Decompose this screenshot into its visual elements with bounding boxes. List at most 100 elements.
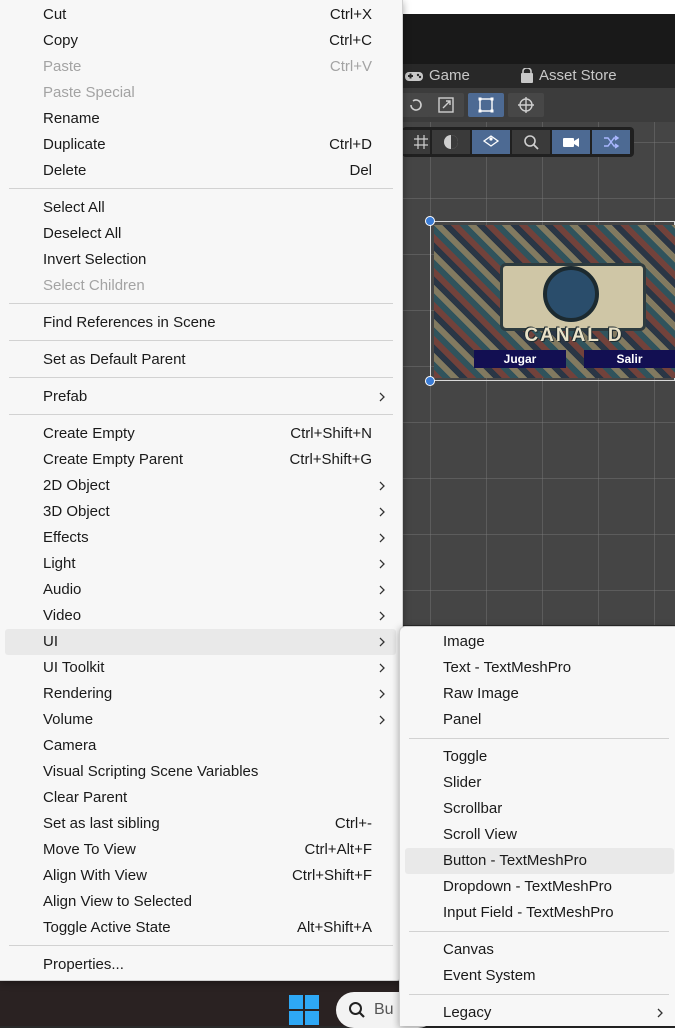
menu-item-volume[interactable]: Volume <box>5 707 396 733</box>
menu-item-camera[interactable]: Camera <box>5 733 396 759</box>
chevron-right-icon <box>379 715 385 725</box>
transform-icon <box>518 97 534 113</box>
transform-tool-button[interactable] <box>508 93 544 117</box>
editor-top-area <box>400 14 675 64</box>
submenu-item-legacy[interactable]: Legacy <box>405 1000 674 1026</box>
menu-item-align-view-to-selected[interactable]: Align View to Selected <box>5 889 396 915</box>
menu-item-ui-toolkit[interactable]: UI Toolkit <box>5 655 396 681</box>
menu-item-align-with-view[interactable]: Align With View Ctrl+Shift+F <box>5 863 396 889</box>
menu-item-deselect-all[interactable]: Deselect All <box>5 221 396 247</box>
menu-item-move-to-view[interactable]: Move To View Ctrl+Alt+F <box>5 837 396 863</box>
search-icon <box>524 135 539 150</box>
grid-toggle-button[interactable] <box>402 130 430 154</box>
menu-item-find-references[interactable]: Find References in Scene <box>5 310 396 336</box>
tab-asset-store-label: Asset Store <box>539 67 617 84</box>
jugar-button-preview: Jugar <box>474 350 566 368</box>
menu-item-invert-selection[interactable]: Invert Selection <box>5 247 396 273</box>
submenu-item-input-field-textmeshpro[interactable]: Input Field - TextMeshPro <box>405 900 674 926</box>
menu-item-select-all[interactable]: Select All <box>5 195 396 221</box>
chevron-right-icon <box>379 663 385 673</box>
menu-item-rename[interactable]: Rename <box>5 106 396 132</box>
taskbar-search-placeholder: Bu <box>374 1001 394 1018</box>
tab-game-label: Game <box>429 67 470 84</box>
camera-icon <box>563 138 579 147</box>
shading-button[interactable] <box>432 130 470 154</box>
submenu-item-scroll-view[interactable]: Scroll View <box>405 822 674 848</box>
menu-item-toggle-active-state[interactable]: Toggle Active State Alt+Shift+A <box>5 915 396 941</box>
submenu-item-scrollbar[interactable]: Scrollbar <box>405 796 674 822</box>
menu-item-2d-object[interactable]: 2D Object <box>5 473 396 499</box>
menu-item-audio[interactable]: Audio <box>5 577 396 603</box>
submenu-item-raw-image[interactable]: Raw Image <box>405 681 674 707</box>
hierarchy-context-menu: Cut Ctrl+X Copy Ctrl+C Paste Ctrl+V Past… <box>0 0 403 981</box>
scale-icon <box>438 97 454 113</box>
menu-item-create-empty[interactable]: Create Empty Ctrl+Shift+N <box>5 421 396 447</box>
submenu-item-slider[interactable]: Slider <box>405 770 674 796</box>
menu-separator <box>9 377 393 378</box>
menu-item-visual-scripting-variables[interactable]: Visual Scripting Scene Variables <box>5 759 396 785</box>
menu-item-clear-parent[interactable]: Clear Parent <box>5 785 396 811</box>
menu-item-copy[interactable]: Copy Ctrl+C <box>5 28 396 54</box>
gizmos-button[interactable] <box>592 130 630 154</box>
menu-item-delete[interactable]: Delete Del <box>5 158 396 184</box>
submenu-item-dropdown-textmeshpro[interactable]: Dropdown - TextMeshPro <box>405 874 674 900</box>
menu-item-rendering[interactable]: Rendering <box>5 681 396 707</box>
menu-item-cut[interactable]: Cut Ctrl+X <box>5 2 396 28</box>
menu-item-3d-object[interactable]: 3D Object <box>5 499 396 525</box>
submenu-item-text-textmeshpro[interactable]: Text - TextMeshPro <box>405 655 674 681</box>
chevron-right-icon <box>379 559 385 569</box>
chevron-right-icon <box>379 585 385 595</box>
menu-separator <box>9 945 393 946</box>
tab-game[interactable]: Game <box>404 66 470 86</box>
menu-item-ui[interactable]: UI <box>5 629 396 655</box>
menu-item-light[interactable]: Light <box>5 551 396 577</box>
rect-handle-bottom-left[interactable] <box>425 376 435 386</box>
menu-item-duplicate[interactable]: Duplicate Ctrl+D <box>5 132 396 158</box>
menu-item-paste-special: Paste Special <box>43 84 135 101</box>
menu-item-select-children: Select Children <box>43 277 145 294</box>
tab-asset-store[interactable]: Asset Store <box>520 66 617 86</box>
submenu-item-canvas[interactable]: Canvas <box>405 937 674 963</box>
submenu-item-button-textmeshpro[interactable]: Button - TextMeshPro <box>405 848 674 874</box>
scene-search-button[interactable] <box>512 130 550 154</box>
shading-icon <box>444 135 458 149</box>
submenu-item-image[interactable]: Image <box>405 629 674 655</box>
menu-item-set-default-parent[interactable]: Set as Default Parent <box>5 347 396 373</box>
chevron-right-icon <box>379 481 385 491</box>
submenu-item-event-system[interactable]: Event System <box>405 963 674 989</box>
menu-item-create-empty-parent[interactable]: Create Empty Parent Ctrl+Shift+G <box>5 447 396 473</box>
menu-separator <box>9 188 393 189</box>
shuffle-icon <box>604 135 620 149</box>
grid-icon <box>414 135 428 149</box>
ui-submenu: Image Text - TextMeshPro Raw Image Panel… <box>399 626 675 1026</box>
chevron-right-icon <box>379 533 385 543</box>
rect-tool-icon <box>478 97 494 113</box>
chevron-right-icon <box>379 637 385 647</box>
menu-separator <box>9 414 393 415</box>
scale-tool-button[interactable] <box>428 93 464 117</box>
menu-item-properties[interactable]: Properties... <box>5 952 396 978</box>
menu-item-set-last-sibling[interactable]: Set as last sibling Ctrl+- <box>5 811 396 837</box>
menu-separator <box>9 340 393 341</box>
search-icon <box>349 1002 365 1018</box>
menu-item-prefab[interactable]: Prefab <box>5 384 396 410</box>
chevron-right-icon <box>379 611 385 621</box>
shopping-bag-icon <box>521 68 533 83</box>
rect-handle-top-left[interactable] <box>425 216 435 226</box>
layers-icon <box>482 135 500 147</box>
submenu-item-toggle[interactable]: Toggle <box>405 744 674 770</box>
submenu-item-panel[interactable]: Panel <box>405 707 674 733</box>
menu-item-video[interactable]: Video <box>5 603 396 629</box>
chevron-right-icon <box>379 392 385 402</box>
chevron-right-icon <box>379 507 385 517</box>
menu-item-effects[interactable]: Effects <box>5 525 396 551</box>
scene-camera-button[interactable] <box>552 130 590 154</box>
menu-separator <box>409 738 669 739</box>
windows-start-icon[interactable] <box>289 995 319 1025</box>
chevron-right-icon <box>379 689 385 699</box>
menu-separator <box>409 931 669 932</box>
salir-button-preview: Salir <box>584 350 675 368</box>
2d-view-button[interactable] <box>472 130 510 154</box>
rect-tool-button[interactable] <box>468 93 504 117</box>
rotate-icon <box>410 99 422 111</box>
